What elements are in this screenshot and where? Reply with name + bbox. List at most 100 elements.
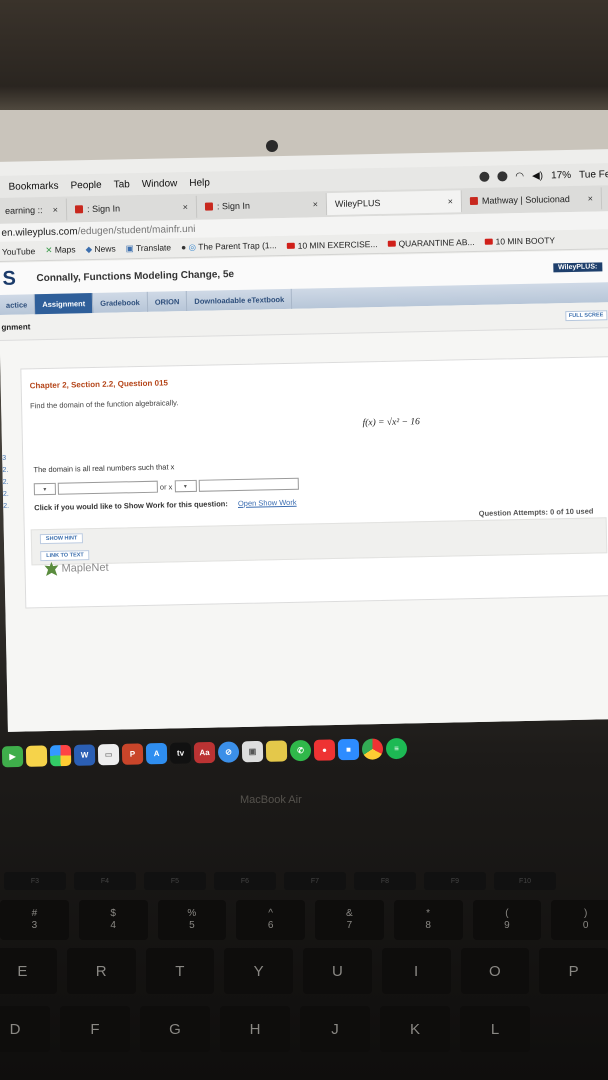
chrome-icon[interactable] [361, 737, 384, 760]
link-to-text-button[interactable]: LINK TO TEXT [40, 550, 90, 562]
key[interactable]: O [460, 948, 530, 994]
notes-icon[interactable] [25, 744, 48, 767]
menu-people[interactable]: People [70, 179, 101, 191]
facetime-icon[interactable]: ▶ [1, 745, 24, 767]
bookmark-10-min-booty[interactable]: 10 MIN BOOTY [484, 235, 555, 246]
photo-booth-icon[interactable] [265, 739, 288, 762]
key[interactable]: I [381, 948, 451, 994]
function-formula: f(x) = √x² − 16 [362, 417, 420, 429]
question-link[interactable]: 3 [2, 453, 8, 465]
bookmark-youtube[interactable]: YouTube [2, 246, 36, 257]
key[interactable]: U [303, 948, 372, 994]
answer-input-1[interactable] [57, 480, 158, 495]
key[interactable]: H [220, 1006, 290, 1052]
bookmark-parent-trap[interactable]: ● ◎ The Parent Trap (1... [181, 240, 277, 253]
inequality-select-2[interactable]: ▾ [174, 479, 197, 493]
question-link[interactable]: 2. [3, 501, 9, 513]
key[interactable]: #3 [0, 900, 69, 940]
bookmark-quarantine[interactable]: QUARANTINE AB... [387, 236, 475, 248]
tab-learning[interactable]: earning :: × [0, 198, 68, 222]
function-key[interactable]: F4 [74, 872, 136, 890]
word-icon[interactable]: W [73, 743, 96, 766]
key[interactable]: Y [224, 948, 293, 994]
key[interactable]: F [60, 1006, 130, 1052]
close-icon[interactable]: × [438, 196, 453, 206]
key[interactable]: ^ 6 [236, 900, 305, 940]
full-screen-button[interactable]: FULL SCREE [564, 309, 608, 321]
powerpoint-icon[interactable]: P [121, 742, 144, 765]
key[interactable]: & 7 [315, 900, 384, 940]
menu-help[interactable]: Help [189, 177, 210, 188]
answer-input-2[interactable] [198, 477, 299, 492]
key[interactable]: R [66, 948, 136, 994]
function-key[interactable]: F9 [424, 872, 486, 890]
show-hint-button[interactable]: SHOW HINT [39, 533, 84, 545]
bookmark-maps[interactable]: ✕ Maps [45, 244, 76, 256]
tab-sign-in-2[interactable]: : Sign In × [196, 193, 328, 218]
preview-icon[interactable]: ▣ [241, 740, 264, 762]
close-icon[interactable]: × [173, 202, 188, 212]
app-store-icon[interactable]: A [145, 742, 168, 764]
menubar-app-icon[interactable] [497, 171, 508, 182]
tab-sign-in-1[interactable]: : Sign In × [66, 195, 198, 221]
close-icon[interactable]: × [43, 205, 58, 215]
key[interactable]: P [539, 948, 608, 994]
bookmark-translate[interactable]: ▣ Translate [126, 242, 172, 254]
key[interactable]: G [140, 1006, 210, 1052]
github-icon: ● [180, 242, 187, 253]
menubar-app-icon[interactable] [479, 171, 490, 182]
open-show-work-link[interactable]: Open Show Work [238, 498, 297, 508]
function-key[interactable]: F7 [284, 872, 346, 890]
key[interactable]: * 8 [393, 900, 463, 940]
nav-practice[interactable]: actice [0, 294, 36, 315]
photos-icon[interactable] [49, 744, 72, 766]
bookmark-10-min-exercise[interactable]: 10 MIN EXERCISE... [286, 239, 378, 251]
clock[interactable]: Tue Fe [579, 169, 608, 181]
wileyplus-logo: S [2, 267, 17, 290]
dictionary-icon[interactable]: Aa [193, 741, 216, 763]
tab-wileyplus[interactable]: WileyPLUS × [326, 190, 463, 216]
function-key[interactable]: F8 [354, 872, 416, 890]
nav-gradebook[interactable]: Gradebook [92, 291, 148, 313]
safari-icon[interactable]: ⊘ [217, 740, 240, 763]
question-link[interactable]: 2. [2, 465, 8, 477]
key[interactable]: J [300, 1006, 370, 1052]
spotify-icon[interactable]: ≡ [385, 737, 408, 759]
menu-bookmarks[interactable]: Bookmarks [8, 180, 58, 192]
inequality-select-1[interactable]: ▾ [33, 482, 56, 496]
key[interactable]: % 5 [157, 900, 227, 940]
key[interactable]: D [0, 1006, 50, 1052]
zoom-icon[interactable]: ■ [337, 738, 360, 760]
question-link[interactable]: 2. [3, 477, 9, 489]
menu-window[interactable]: Window [142, 178, 178, 190]
function-key[interactable]: F6 [214, 872, 276, 890]
question-link[interactable]: 2. [3, 489, 9, 501]
close-icon[interactable]: × [578, 194, 593, 204]
nav-etextbook[interactable]: Downloadable eTextbook [187, 288, 293, 312]
close-icon[interactable]: × [303, 199, 318, 209]
bookmark-news[interactable]: ◆ News [85, 244, 115, 256]
key[interactable]: L [460, 1006, 530, 1052]
key[interactable]: E [0, 948, 57, 994]
key[interactable]: $4 [78, 900, 148, 940]
wifi-icon[interactable]: ◠ [515, 170, 524, 181]
function-key[interactable]: F10 [494, 872, 556, 890]
battery-percent[interactable]: 17% [551, 169, 571, 180]
whatsapp-icon[interactable]: ✆ [289, 739, 312, 761]
key[interactable]: K [380, 1006, 450, 1052]
tab-label: : Sign In [216, 200, 251, 212]
key[interactable]: (9 [472, 900, 542, 940]
bookmark-wileyplus[interactable]: WileyPLUS: [553, 261, 603, 272]
menu-tab[interactable]: Tab [114, 179, 130, 190]
key[interactable]: ) 0 [551, 900, 608, 940]
function-key[interactable]: F3 [4, 872, 66, 890]
function-key[interactable]: F5 [144, 872, 206, 890]
keynote-icon[interactable]: ▭ [97, 743, 120, 765]
volume-icon[interactable]: ◀) [532, 170, 543, 181]
apple-tv-icon[interactable]: tv [169, 741, 192, 764]
app-icon[interactable]: ● [313, 738, 336, 761]
nav-orion[interactable]: ORION [147, 291, 188, 312]
nav-assignment[interactable]: Assignment [35, 292, 94, 315]
key[interactable]: T [145, 948, 215, 994]
tab-mathway[interactable]: Mathway | Solucionad × [461, 187, 603, 213]
